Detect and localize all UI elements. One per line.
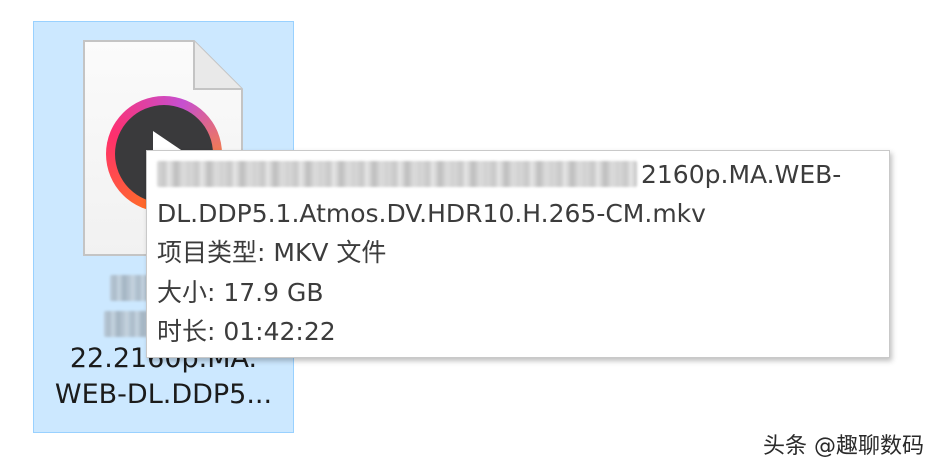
tooltip-file-name-visible: 2160p.MA.WEB- — [641, 160, 842, 189]
tooltip-file-name-line-1: 2160p.MA.WEB- — [157, 157, 841, 193]
tooltip-file-name-line-2: DL.DDP5.1.Atmos.DV.HDR10.H.265-CM.mkv — [157, 199, 706, 228]
tooltip-item-type: 项目类型: MKV 文件 — [157, 238, 387, 267]
desktop-area: 22.2160p.MA. WEB-DL.DDP5... 2160p.MA.WEB… — [0, 0, 940, 474]
file-info-tooltip: 2160p.MA.WEB- DL.DDP5.1.Atmos.DV.HDR10.H… — [146, 150, 890, 358]
tooltip-duration: 时长: 01:42:22 — [157, 317, 336, 346]
watermark: 头条 @趣聊数码 — [763, 434, 924, 459]
redacted-text — [157, 161, 637, 187]
file-name-line-4: WEB-DL.DDP5... — [54, 379, 273, 410]
tooltip-file-size: 大小: 17.9 GB — [157, 278, 324, 307]
